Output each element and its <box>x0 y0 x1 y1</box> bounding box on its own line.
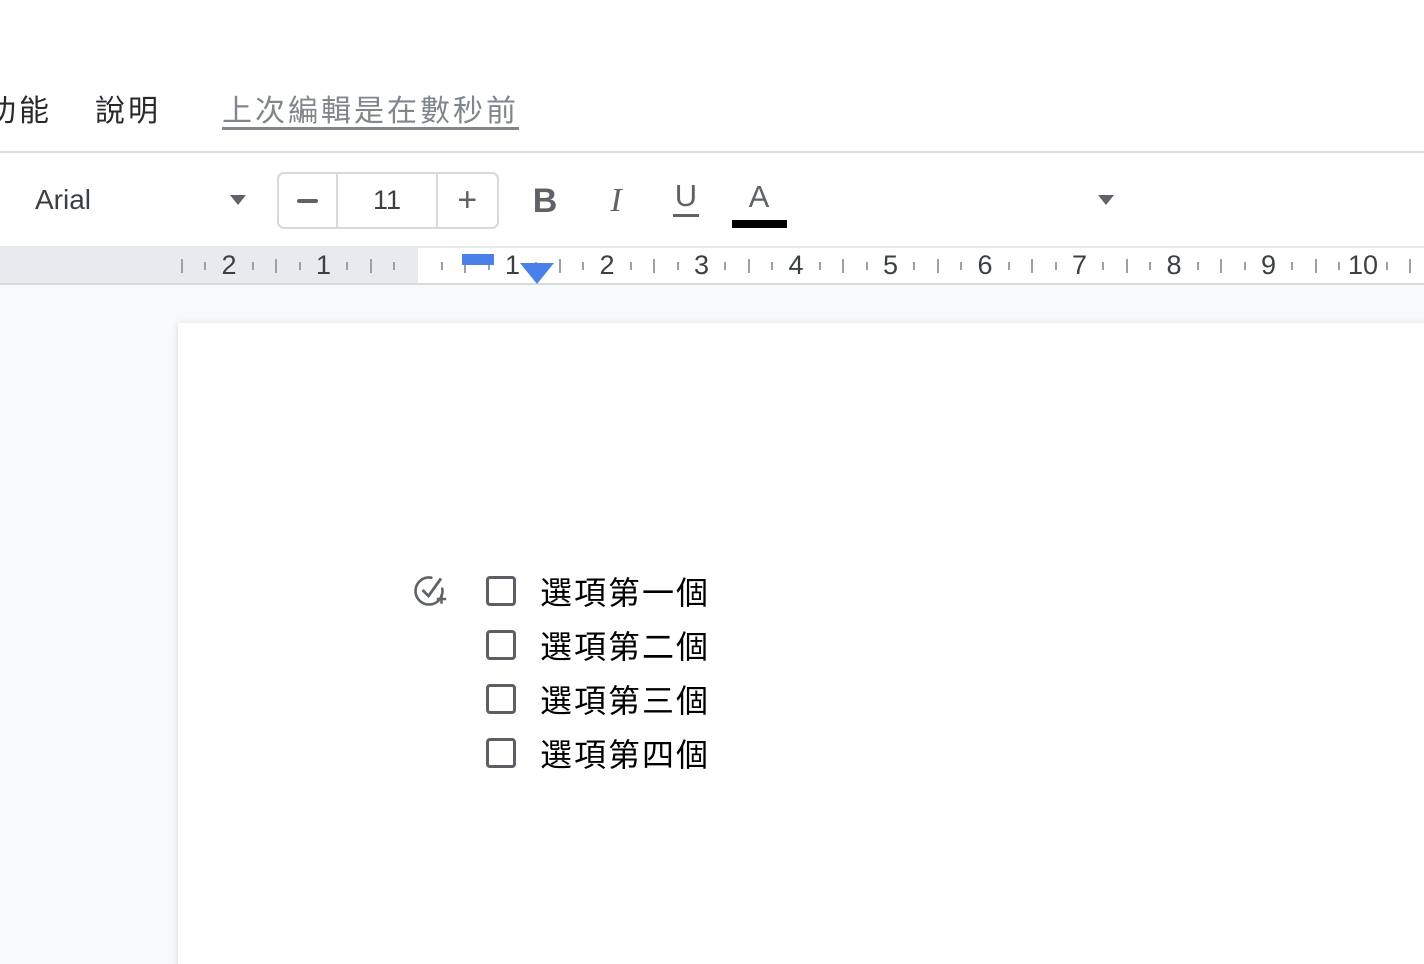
ruler-number: 3 <box>693 250 710 280</box>
ruler-tick <box>1314 259 1317 273</box>
last-edit-link[interactable]: 上次編輯是在數秒前 <box>222 92 519 132</box>
ruler-number: 9 <box>1260 250 1277 280</box>
font-family-select[interactable]: Arial <box>35 178 91 222</box>
ruler-tick <box>913 262 916 270</box>
ruler-number: 10 <box>1347 250 1379 280</box>
ruler-tick <box>724 262 727 270</box>
text-color-swatch <box>731 219 787 228</box>
checklist-item-text: 選項第三個 <box>540 683 711 719</box>
checklist-item-text: 選項第二個 <box>540 629 711 665</box>
ruler-tick <box>204 262 207 270</box>
menu-bar: 功能 說明 上次編輯是在數秒前 <box>0 0 1424 151</box>
ruler-number: 1 <box>315 250 332 280</box>
checklist-item: 選項第三個 <box>486 672 710 726</box>
docs-window: 功能 說明 上次編輯是在數秒前 Arial 11 + B I U A 2 1 1… <box>0 0 1424 964</box>
ruler-tick <box>1125 259 1128 273</box>
ruler-tick <box>960 262 963 270</box>
ruler-tick <box>275 259 278 273</box>
minus-icon <box>297 198 319 203</box>
ruler-tick <box>865 262 868 270</box>
ruler-tick <box>1385 262 1388 270</box>
document-page[interactable]: 選項第一個選項第二個選項第三個選項第四個 <box>178 323 1424 964</box>
ruler-tick <box>818 262 821 270</box>
ruler-number: 4 <box>788 250 804 280</box>
checklist-item: 選項第四個 <box>486 726 710 780</box>
font-dropdown-icon[interactable] <box>230 195 246 205</box>
ruler-number: 6 <box>977 250 993 280</box>
ruler-tick <box>771 262 774 270</box>
ruler-tick <box>842 259 845 273</box>
ruler-tick <box>1007 262 1010 270</box>
ruler-tick <box>346 262 349 270</box>
ruler-tick <box>1031 259 1034 273</box>
underline-button[interactable]: U <box>662 175 710 221</box>
bold-button[interactable]: B <box>521 178 569 224</box>
ruler-tick <box>393 262 396 270</box>
font-size-value[interactable]: 11 <box>338 174 435 227</box>
ruler-tick <box>1196 262 1199 270</box>
ruler-tick <box>936 259 939 273</box>
underline-icon: U <box>672 180 700 217</box>
ruler-tick <box>676 262 679 270</box>
checklist-item: 選項第一個 <box>486 564 710 618</box>
ruler-tick <box>369 259 372 273</box>
ruler-tick <box>1054 262 1057 270</box>
ruler-tick <box>582 262 585 270</box>
menu-item-help[interactable]: 說明 <box>95 92 161 132</box>
text-color-button[interactable]: A <box>730 175 788 233</box>
ruler-number: 1 <box>504 250 521 280</box>
image-dropdown-icon[interactable] <box>1098 195 1114 205</box>
decrease-font-button[interactable] <box>279 174 339 227</box>
toolbar: Arial 11 + B I U A <box>0 151 1424 385</box>
ruler-number: 2 <box>599 250 615 280</box>
ruler-tick <box>180 259 183 273</box>
ruler-tick <box>629 262 632 270</box>
text-color-icon: A <box>748 178 770 214</box>
increase-font-button[interactable]: + <box>435 174 497 227</box>
first-line-indent-marker[interactable] <box>462 254 494 265</box>
checklist-item-text: 選項第四個 <box>540 737 711 773</box>
ruler-tick <box>558 259 561 273</box>
italic-button[interactable]: I <box>592 178 640 224</box>
ruler-tick <box>1220 259 1223 273</box>
ruler-number: 5 <box>882 250 899 280</box>
left-indent-marker[interactable] <box>519 263 554 284</box>
ruler-margin-area <box>0 248 418 283</box>
checklist-item-text: 選項第一個 <box>540 575 711 611</box>
ruler-number: 2 <box>221 250 237 280</box>
checkbox-unchecked-icon[interactable] <box>486 576 516 606</box>
ruler-tick <box>1102 262 1105 270</box>
ruler-tick <box>1291 262 1294 270</box>
add-checklist-icon[interactable] <box>412 571 452 611</box>
ruler-number: 8 <box>1166 250 1182 280</box>
font-size-group: 11 + <box>277 172 499 229</box>
ruler-tick <box>747 259 750 273</box>
ruler-tick <box>1149 262 1152 270</box>
ruler-tick <box>1243 262 1246 270</box>
checkbox-unchecked-icon[interactable] <box>486 630 516 660</box>
ruler[interactable]: 2 1 1 2 3 4 5 6 7 8 9 10 <box>0 246 1424 285</box>
ruler-tick <box>1338 262 1341 270</box>
ruler-tick <box>251 262 254 270</box>
ruler-tick <box>440 262 443 270</box>
checkbox-unchecked-icon[interactable] <box>486 738 516 768</box>
ruler-tick <box>1409 259 1412 273</box>
document-canvas: 選項第一個選項第二個選項第三個選項第四個 <box>0 285 1424 964</box>
ruler-tick <box>653 259 656 273</box>
checkbox-unchecked-icon[interactable] <box>486 684 516 714</box>
ruler-number: 7 <box>1071 250 1088 280</box>
menu-item-tools[interactable]: 功能 <box>0 92 52 132</box>
checklist-item: 選項第二個 <box>486 618 710 672</box>
ruler-tick <box>298 262 301 270</box>
checklist: 選項第一個選項第二個選項第三個選項第四個 <box>486 564 710 780</box>
